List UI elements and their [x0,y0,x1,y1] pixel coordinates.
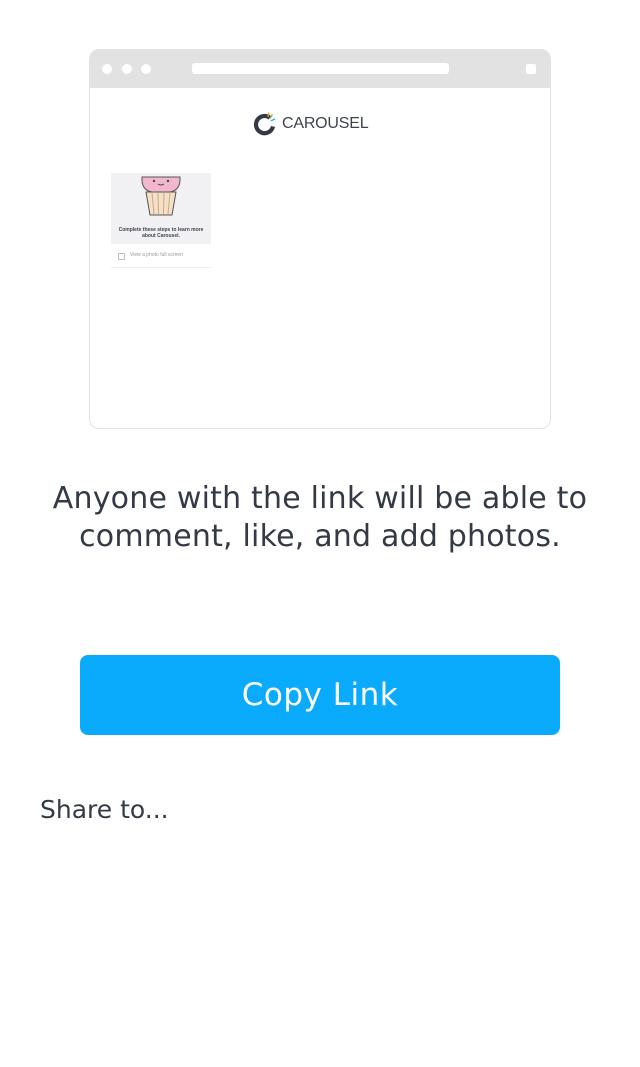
browser-toolbar [90,50,550,88]
cupcake-illustration [141,176,181,216]
window-control-icon [526,64,536,74]
preview-card-image: Complete these steps to learn more about… [111,173,211,244]
carousel-brand: CAROUSEL [253,112,369,136]
carousel-logo-icon [253,112,276,136]
window-dot-icon [122,64,132,74]
preview-checklist-label: View a photo full screen [130,252,183,258]
checkbox-icon [118,253,125,260]
address-bar [192,63,449,74]
preview-card-text: Complete these steps to learn more about… [118,227,204,239]
preview-onboarding-card: Complete these steps to learn more about… [111,173,211,269]
share-to-heading: Share to... [40,795,169,824]
share-description: Anyone with the link will be able to com… [52,481,588,554]
brand-name: CAROUSEL [282,115,369,132]
preview-checklist-item: View a photo full screen [111,251,211,268]
window-dot-icon [102,64,112,74]
window-dot-icon [141,64,151,74]
app-preview-mockup: CAROUSEL Complete these steps to learn m… [89,49,551,429]
copy-link-button[interactable]: Copy Link [80,655,560,735]
